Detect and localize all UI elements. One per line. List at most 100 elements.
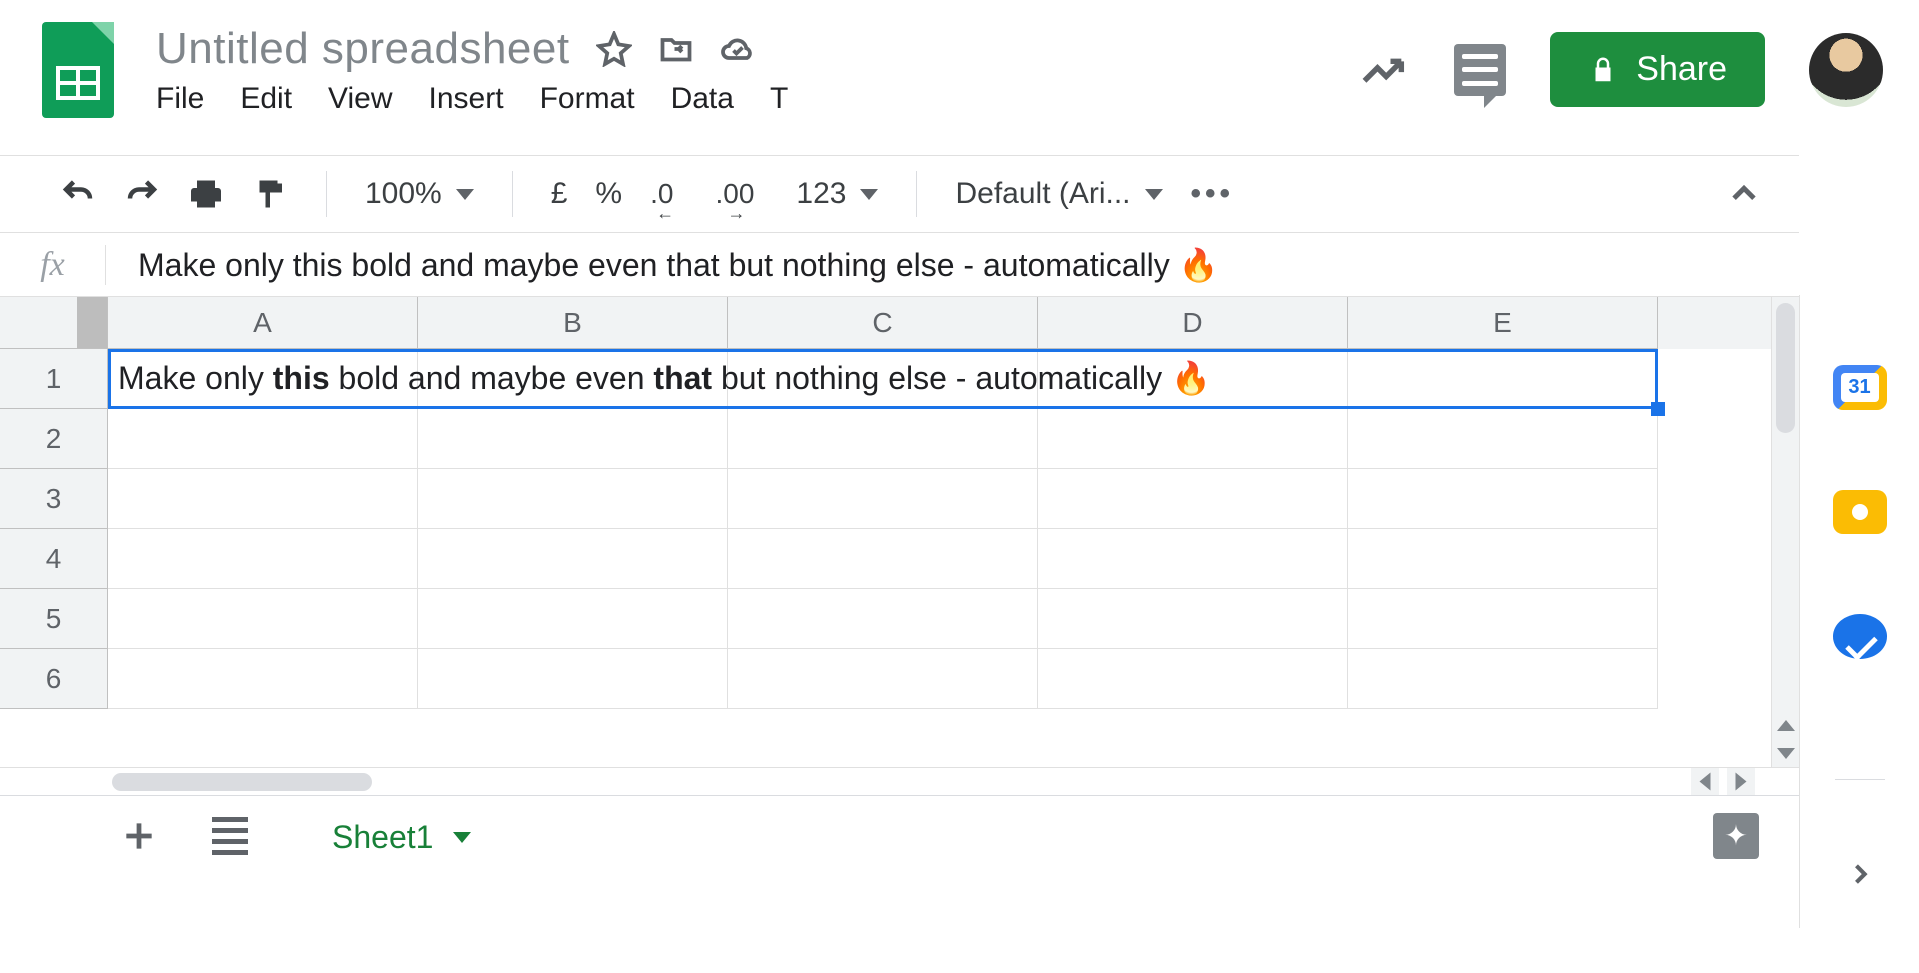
side-panel-separator xyxy=(1835,779,1885,780)
formula-input[interactable]: Make only this bold and maybe even that … xyxy=(106,246,1218,284)
cell-E1[interactable] xyxy=(1348,349,1658,409)
fx-icon[interactable]: fx xyxy=(0,245,106,285)
scroll-up-button[interactable] xyxy=(1772,711,1799,739)
document-title[interactable]: Untitled spreadsheet xyxy=(156,24,570,74)
cell-C4[interactable] xyxy=(728,529,1038,589)
cell-C5[interactable] xyxy=(728,589,1038,649)
select-all-corner[interactable] xyxy=(0,297,108,349)
row-header-1[interactable]: 1 xyxy=(0,349,108,409)
cell-D6[interactable] xyxy=(1038,649,1348,709)
font-dropdown[interactable]: Default (Ari... xyxy=(955,177,1162,211)
undo-icon[interactable] xyxy=(60,176,96,212)
row-header-4[interactable]: 4 xyxy=(0,529,108,589)
cell-E4[interactable] xyxy=(1348,529,1658,589)
menu-tools-truncated[interactable]: T xyxy=(770,82,788,116)
sheets-logo-icon[interactable] xyxy=(42,22,114,118)
percent-button[interactable]: % xyxy=(595,177,622,211)
cell-B6[interactable] xyxy=(418,649,728,709)
calendar-app-icon[interactable] xyxy=(1833,365,1887,410)
keep-app-icon[interactable] xyxy=(1833,490,1887,535)
cell-A4[interactable] xyxy=(108,529,418,589)
scroll-down-button[interactable] xyxy=(1772,739,1799,767)
toolbar: 100% £ % .0 .00 123 Default (Ari... ••• xyxy=(0,155,1799,233)
cell-C6[interactable] xyxy=(728,649,1038,709)
column-header-A[interactable]: A xyxy=(108,297,418,349)
cell-B2[interactable] xyxy=(418,409,728,469)
cell-B5[interactable] xyxy=(418,589,728,649)
cell-D2[interactable] xyxy=(1038,409,1348,469)
spreadsheet-grid: ABCDE 123456 Make only this bold and may… xyxy=(0,297,1799,767)
cell-B3[interactable] xyxy=(418,469,728,529)
cell-B4[interactable] xyxy=(418,529,728,589)
menu-format[interactable]: Format xyxy=(540,82,635,116)
sheet-tab-sheet1[interactable]: Sheet1 xyxy=(302,797,501,874)
star-icon[interactable] xyxy=(596,31,632,67)
cell-A6[interactable] xyxy=(108,649,418,709)
fill-handle[interactable] xyxy=(1651,402,1665,416)
header: Untitled spreadsheet File Edit View Inse… xyxy=(0,0,1919,125)
explore-icon[interactable] xyxy=(1713,813,1759,859)
share-button[interactable]: Share xyxy=(1550,32,1765,107)
paint-format-icon[interactable] xyxy=(252,176,288,212)
row-header-5[interactable]: 5 xyxy=(0,589,108,649)
trend-icon[interactable] xyxy=(1358,44,1410,96)
menu-edit[interactable]: Edit xyxy=(240,82,292,116)
column-header-C[interactable]: C xyxy=(728,297,1038,349)
expand-side-panel-icon[interactable] xyxy=(1843,860,1877,888)
cell-D4[interactable] xyxy=(1038,529,1348,589)
cell-E2[interactable] xyxy=(1348,409,1658,469)
caret-down-icon xyxy=(456,189,474,200)
rows: 123456 xyxy=(0,349,1771,709)
tasks-app-icon[interactable] xyxy=(1833,614,1887,659)
collapse-toolbar-icon[interactable] xyxy=(1727,177,1761,211)
cloud-status-icon[interactable] xyxy=(720,31,756,67)
cell-A1-content[interactable]: Make only this bold and maybe even that … xyxy=(118,359,1211,397)
decrease-decimal-button[interactable]: .0 xyxy=(650,178,687,210)
vertical-scroll-thumb[interactable] xyxy=(1776,303,1795,433)
vertical-scrollbar[interactable] xyxy=(1771,297,1799,767)
row-header-2[interactable]: 2 xyxy=(0,409,108,469)
move-folder-icon[interactable] xyxy=(658,31,694,67)
cell-D3[interactable] xyxy=(1038,469,1348,529)
menu-data[interactable]: Data xyxy=(671,82,734,116)
cell-A5[interactable] xyxy=(108,589,418,649)
number-format-value: 123 xyxy=(796,177,846,211)
number-format-dropdown[interactable]: 123 xyxy=(796,177,878,211)
horizontal-scroll-thumb[interactable] xyxy=(112,773,372,791)
zoom-dropdown[interactable]: 100% xyxy=(365,177,474,211)
column-header-B[interactable]: B xyxy=(418,297,728,349)
scroll-right-button[interactable] xyxy=(1727,768,1755,796)
cell-E6[interactable] xyxy=(1348,649,1658,709)
increase-decimal-button[interactable]: .00 xyxy=(715,178,768,210)
sheet-tab-label: Sheet1 xyxy=(332,819,433,856)
menu-insert[interactable]: Insert xyxy=(429,82,504,116)
column-headers: ABCDE xyxy=(0,297,1771,349)
row-header-6[interactable]: 6 xyxy=(0,649,108,709)
caret-down-icon xyxy=(453,832,471,843)
menu-view[interactable]: View xyxy=(328,82,392,116)
column-header-D[interactable]: D xyxy=(1038,297,1348,349)
cell-C2[interactable] xyxy=(728,409,1038,469)
cell-A3[interactable] xyxy=(108,469,418,529)
horizontal-scrollbar[interactable] xyxy=(0,767,1799,795)
redo-icon[interactable] xyxy=(124,176,160,212)
currency-button[interactable]: £ xyxy=(551,177,568,211)
print-icon[interactable] xyxy=(188,176,224,212)
toolbar-more-icon[interactable]: ••• xyxy=(1191,177,1235,211)
cell-D5[interactable] xyxy=(1038,589,1348,649)
cell-C3[interactable] xyxy=(728,469,1038,529)
account-avatar[interactable] xyxy=(1809,33,1883,107)
scroll-left-button[interactable] xyxy=(1691,768,1719,796)
column-header-E[interactable]: E xyxy=(1348,297,1658,349)
menu-file[interactable]: File xyxy=(156,82,204,116)
cell-E5[interactable] xyxy=(1348,589,1658,649)
lock-icon xyxy=(1588,55,1618,85)
share-label: Share xyxy=(1636,50,1727,89)
comments-icon[interactable] xyxy=(1454,44,1506,96)
font-name: Default (Ari... xyxy=(955,177,1130,211)
add-sheet-icon[interactable] xyxy=(120,817,158,855)
row-header-3[interactable]: 3 xyxy=(0,469,108,529)
cell-E3[interactable] xyxy=(1348,469,1658,529)
all-sheets-icon[interactable] xyxy=(212,817,248,855)
cell-A2[interactable] xyxy=(108,409,418,469)
